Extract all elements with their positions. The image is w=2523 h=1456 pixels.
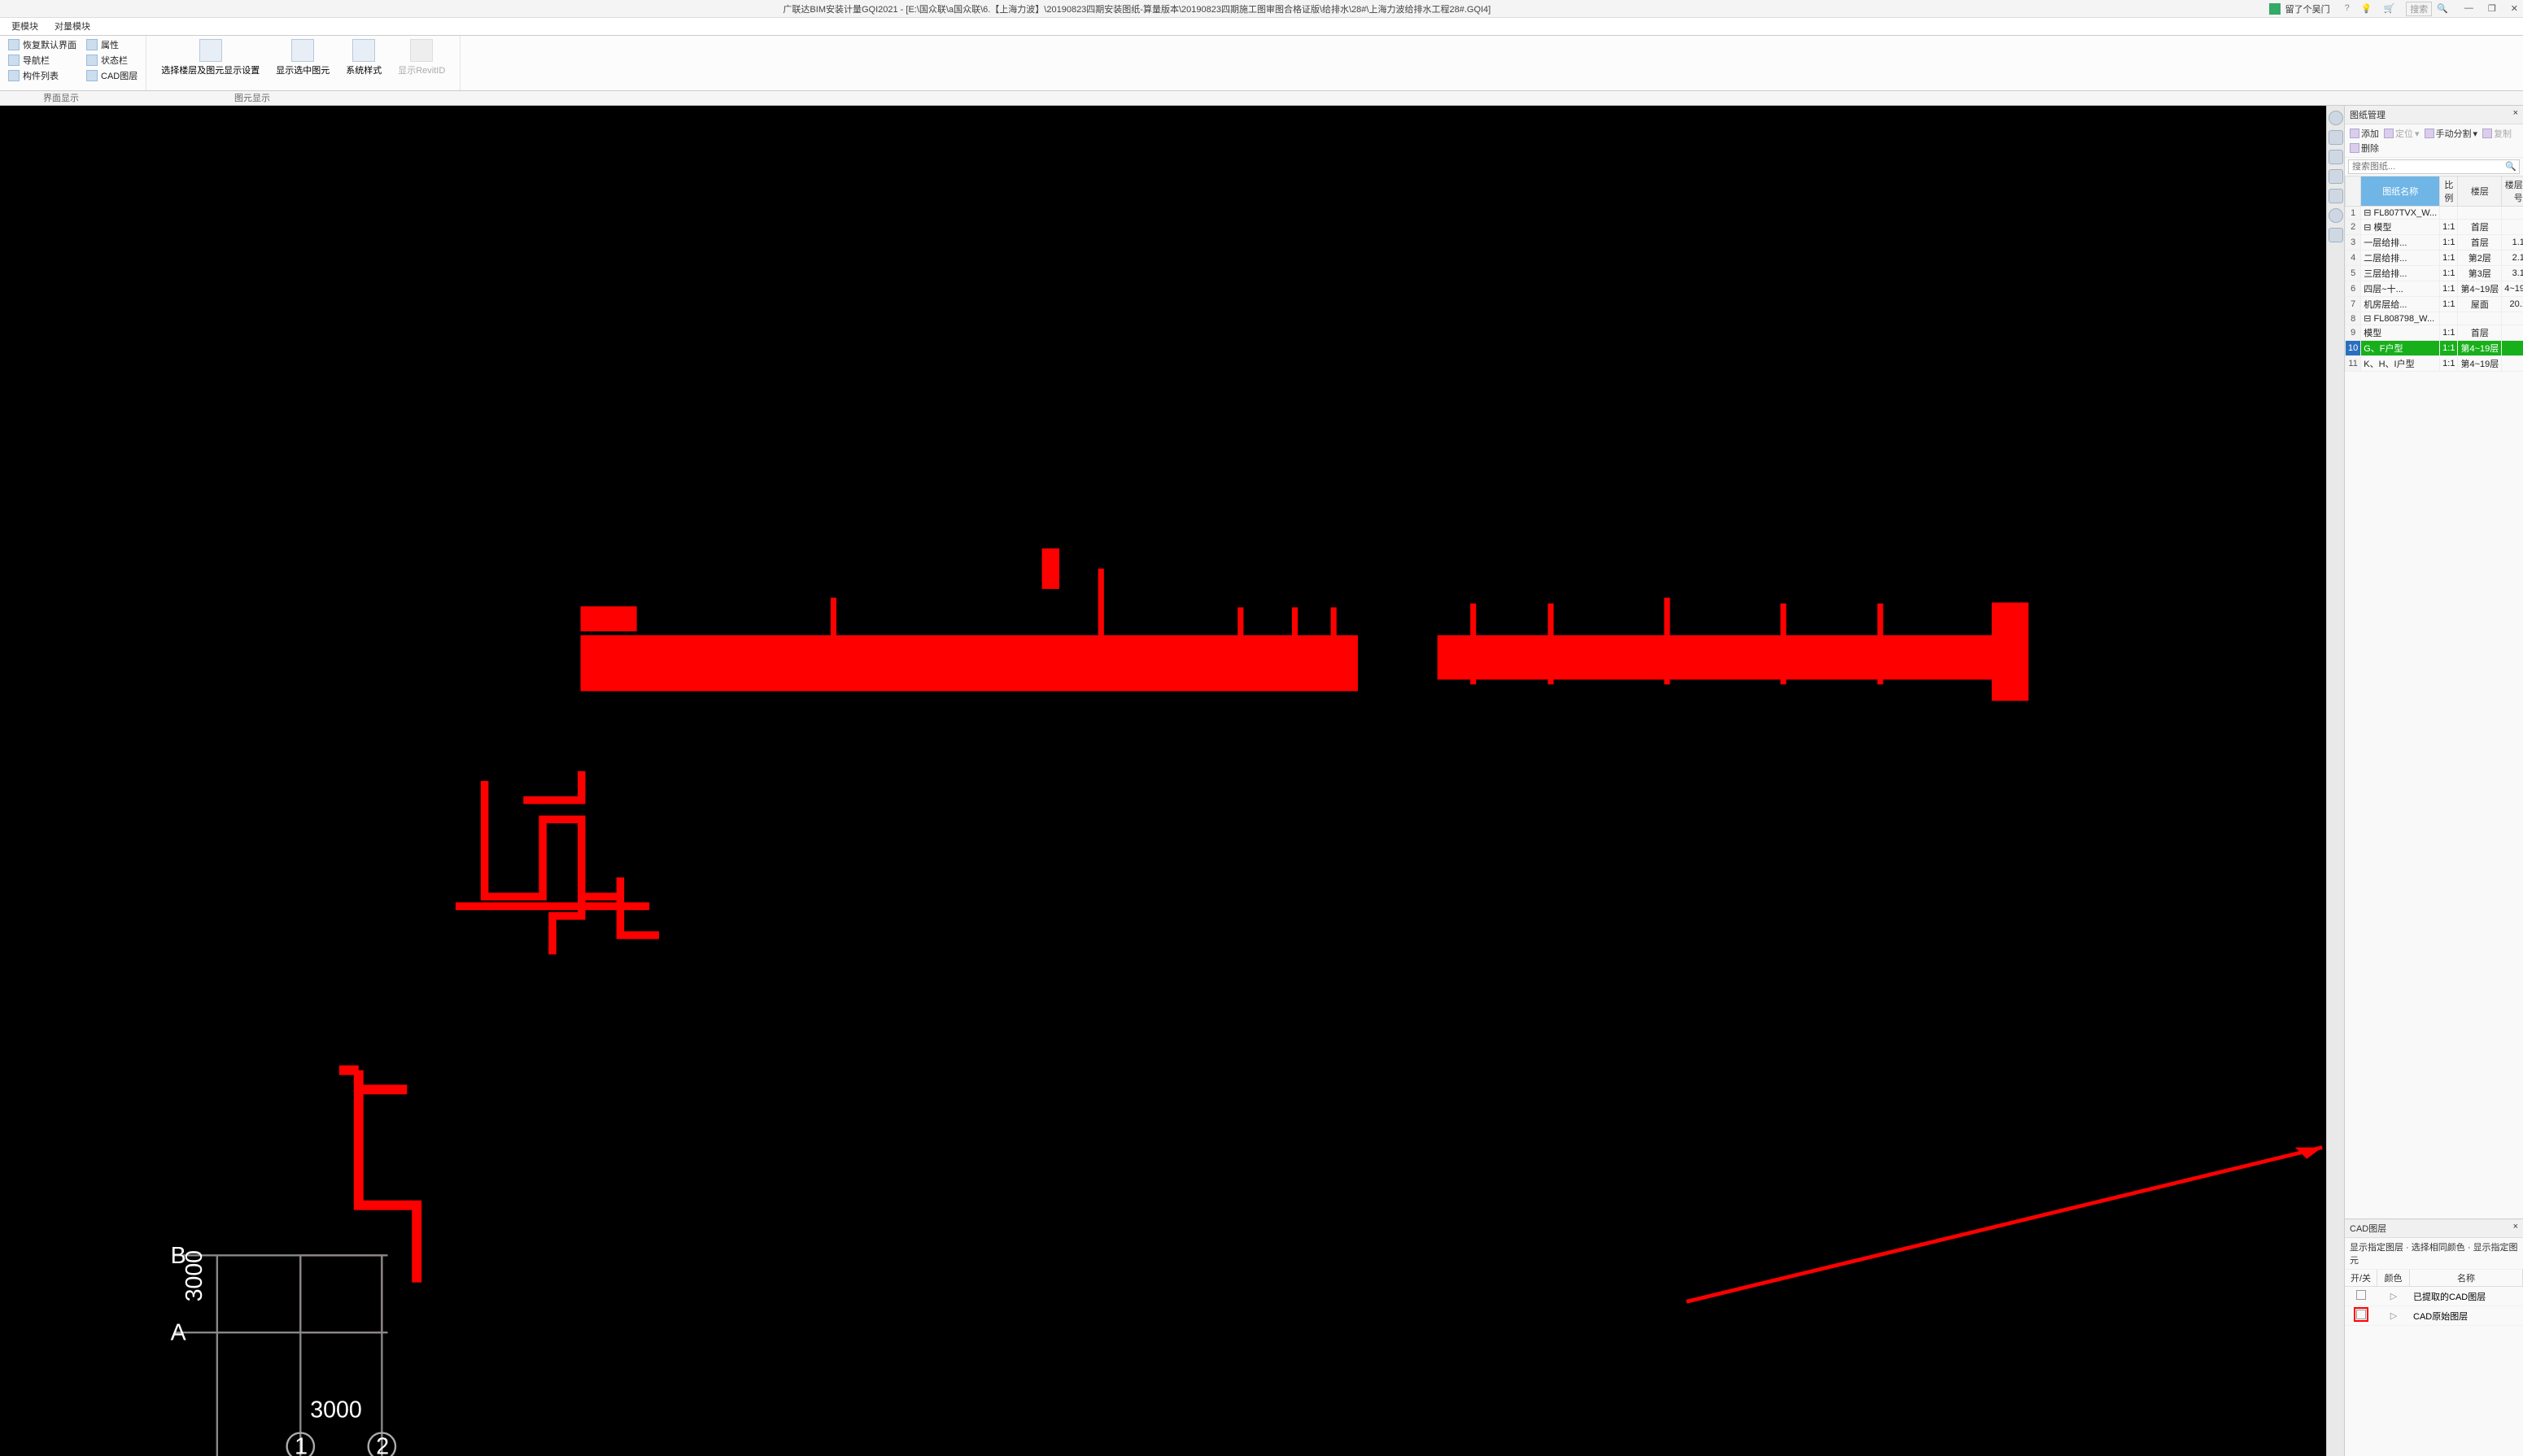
view-toolbar [2326,106,2344,1456]
search-icon[interactable]: 🔍 [2505,161,2516,172]
ribbon-group-label-2: 图元显示 [138,91,366,105]
drawing-canvas[interactable]: B A 3000 3000 1 2 [0,106,2326,1456]
view-tool-5[interactable] [2329,228,2343,242]
drawing-search-input[interactable] [2348,159,2520,174]
component-list-toggle[interactable]: 构件列表 [7,68,78,83]
close-button[interactable]: ✕ [2511,3,2518,14]
select-floor-button[interactable]: 选择楼层及图元显示设置 [153,37,268,78]
axis-label-A: A [171,1320,186,1346]
cad-layer-toolbar: 显示指定图层 · 选择相同颜色 · 显示指定图元 [2345,1238,2523,1270]
search-icon[interactable]: 🔍 [2437,3,2448,14]
revit-id-button: 显示RevitID [390,37,453,78]
delete-button[interactable]: 删除 [2348,142,2381,155]
col-floor[interactable]: 楼层 [2458,177,2502,207]
expand-icon[interactable]: ▷ [2377,1291,2410,1301]
view-tool-4[interactable] [2329,189,2343,203]
status-icon [86,54,98,66]
properties-toggle[interactable]: 属性 [85,37,139,52]
checkbox-highlighted[interactable] [2356,1310,2366,1319]
window-title: 广联达BIM安装计量GQI2021 - [E:\国众联\a国众联\6.【上海力波… [5,2,2269,15]
floor-icon [199,39,222,62]
system-style-button[interactable]: 系统样式 [338,37,390,78]
view-tool-2[interactable] [2329,150,2343,164]
split-button[interactable]: 手动分割 ▾ [2423,127,2480,140]
table-row[interactable]: 10 G、F户型1:1第4~19层 [2346,341,2523,356]
table-row[interactable]: 3 一层给排...1:1首层1.1 [2346,235,2523,251]
table-row[interactable]: 6 四层~十...1:1第4~19层4~19.1 [2346,281,2523,297]
cad-row-original[interactable]: ▷ CAD原始图层 [2345,1306,2523,1326]
cad-col-color: 颜色 [2377,1270,2410,1286]
rotate-icon[interactable] [2329,208,2343,223]
table-row[interactable]: 8⊟ FL808798_W... [2346,312,2523,325]
expand-icon[interactable]: ▷ [2377,1310,2410,1321]
maximize-button[interactable]: ❐ [2488,3,2496,14]
checkbox[interactable] [2356,1290,2366,1300]
table-row[interactable]: 5 三层给排...1:1第3层3.1 [2346,266,2523,281]
nav-icon [8,54,20,66]
style-icon [352,39,375,62]
module-tabs: 更模块 对量模块 [0,18,2523,36]
col-scale[interactable]: 比例 [2440,177,2458,207]
col-name[interactable]: 图纸名称 [2361,177,2440,207]
drawing-table[interactable]: 图纸名称 比例 楼层 楼层编号 1⊟ FL807TVX_W...2 ⊟ 模型1:… [2345,176,2523,1218]
axis-dim-v: 3000 [181,1250,207,1301]
layer-icon [86,70,98,81]
cad-layer-panel-title: CAD图层× [2345,1219,2523,1238]
cad-layer-toggle[interactable]: CAD图层 [85,68,139,83]
drawing-panel-title: 图纸管理× [2345,106,2523,124]
view-tool-3[interactable] [2329,169,2343,184]
list-icon [8,70,20,81]
compass-icon[interactable] [2329,111,2343,125]
panel-close-icon[interactable]: × [2513,1222,2518,1235]
restore-icon [8,39,20,50]
table-row[interactable]: 2 ⊟ 模型1:1首层 [2346,220,2523,235]
table-row[interactable]: 11 K、H、I户型1:1第4~19层 [2346,356,2523,372]
axis-dim-h: 3000 [310,1397,362,1423]
minimize-button[interactable]: — [2464,3,2473,14]
tab-compare-module[interactable]: 对量模块 [46,17,98,35]
restore-ui-button[interactable]: 恢复默认界面 [7,37,78,52]
table-row[interactable]: 9 模型1:1首层 [2346,325,2523,341]
cad-col-onoff: 开/关 [2345,1270,2377,1286]
col-floor-no[interactable]: 楼层编号 [2502,177,2523,207]
copy-icon [2482,129,2492,138]
select-color-button[interactable]: 选择相同颜色 [2412,1243,2465,1253]
tab-more-module[interactable]: 更模块 [3,17,46,35]
avatar[interactable] [2269,3,2281,15]
search-input[interactable]: 搜索 [2406,2,2432,16]
cart-icon[interactable]: 🛒 [2384,3,2395,14]
locate-button: 定位 ▾ [2382,127,2421,140]
panel-close-icon[interactable]: × [2513,108,2518,121]
show-sel-icon [291,39,314,62]
table-row[interactable]: 4 二层给排...1:1第2层2.1 [2346,251,2523,266]
delete-icon [2350,143,2359,153]
username[interactable]: 留了个吴门 [2285,2,2330,15]
cad-row-extracted[interactable]: ▷ 已提取的CAD图层 [2345,1287,2523,1306]
axis-label-1: 1 [295,1434,308,1456]
revit-icon [410,39,433,62]
status-bar-toggle[interactable]: 状态栏 [85,53,139,68]
bulb-icon[interactable]: 💡 [2361,3,2372,14]
copy-button: 复制 [2481,127,2513,140]
add-drawing-button[interactable]: 添加 [2348,127,2381,140]
ribbon-group-label-1: 界面显示 [0,91,122,105]
add-icon [2350,129,2359,138]
locate-icon [2384,129,2394,138]
col-num [2346,177,2361,207]
table-row[interactable]: 7 机房层给...1:1屋面20.1 [2346,297,2523,312]
help-icon[interactable]: ? [2345,3,2350,14]
axis-label-2: 2 [376,1434,389,1456]
nav-bar-toggle[interactable]: 导航栏 [7,53,78,68]
show-layer-button[interactable]: 显示指定图层 [2350,1243,2403,1253]
view-tool-1[interactable] [2329,130,2343,145]
ribbon: 恢复默认界面 属性 导航栏 状态栏 构件列表 CAD图层 选择楼层及图元显示设置… [0,36,2523,91]
title-bar: 广联达BIM安装计量GQI2021 - [E:\国众联\a国众联\6.【上海力波… [0,0,2523,18]
table-row[interactable]: 1⊟ FL807TVX_W... [2346,207,2523,220]
show-selected-button[interactable]: 显示选中图元 [268,37,338,78]
properties-icon [86,39,98,50]
cad-col-name: 名称 [2410,1270,2523,1286]
split-icon [2425,129,2434,138]
